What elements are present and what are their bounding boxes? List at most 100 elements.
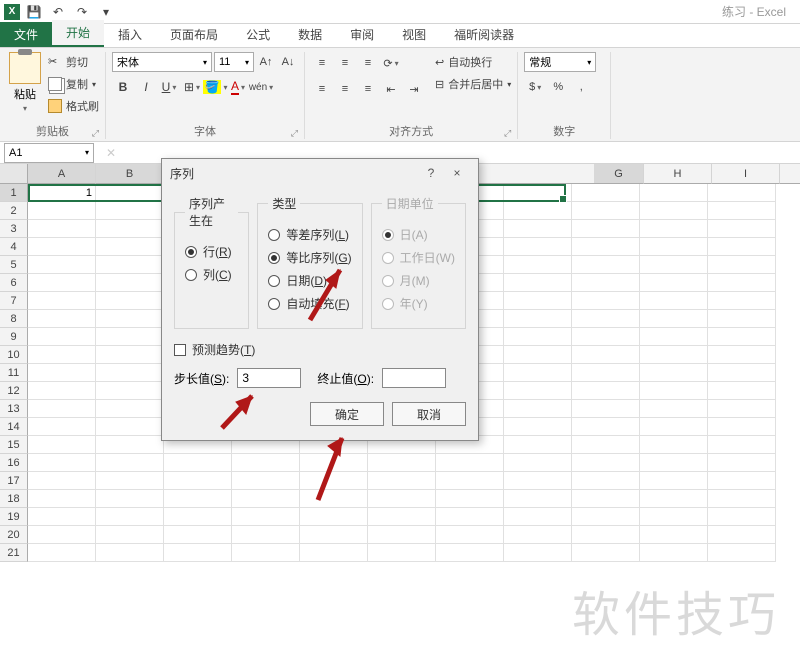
cell[interactable]: [640, 328, 708, 346]
cell[interactable]: [708, 184, 776, 202]
row-header[interactable]: 19: [0, 508, 28, 526]
cell[interactable]: [708, 346, 776, 364]
cell[interactable]: [572, 238, 640, 256]
number-format-select[interactable]: 常规▾: [524, 52, 596, 72]
comma-button[interactable]: ,: [570, 76, 592, 98]
cell[interactable]: [708, 400, 776, 418]
cell[interactable]: [640, 490, 708, 508]
cell[interactable]: [572, 400, 640, 418]
bold-button[interactable]: B: [112, 76, 134, 98]
cell[interactable]: [708, 418, 776, 436]
tab-insert[interactable]: 插入: [104, 22, 156, 47]
cell[interactable]: [572, 526, 640, 544]
cell[interactable]: [96, 256, 164, 274]
col-header-j[interactable]: J: [780, 164, 800, 184]
cell[interactable]: [96, 328, 164, 346]
cell[interactable]: [708, 220, 776, 238]
row-header[interactable]: 3: [0, 220, 28, 238]
cell[interactable]: [28, 454, 96, 472]
cell[interactable]: [504, 544, 572, 562]
cell[interactable]: [572, 310, 640, 328]
cell[interactable]: [28, 472, 96, 490]
trend-checkbox[interactable]: 预测趋势(T): [174, 341, 466, 358]
radio-autofill[interactable]: 自动填充(F): [268, 295, 351, 312]
cell[interactable]: [232, 526, 300, 544]
cell[interactable]: [96, 274, 164, 292]
cell[interactable]: [96, 346, 164, 364]
cell[interactable]: [640, 220, 708, 238]
radio-linear[interactable]: 等差序列(L): [268, 226, 351, 243]
cell[interactable]: [708, 328, 776, 346]
cell[interactable]: [640, 184, 708, 202]
cell[interactable]: [572, 490, 640, 508]
cell[interactable]: [368, 544, 436, 562]
increase-indent-button[interactable]: ⇥: [403, 78, 425, 100]
cell[interactable]: [708, 274, 776, 292]
select-all-corner[interactable]: [0, 164, 28, 184]
cell[interactable]: [572, 292, 640, 310]
row-header[interactable]: 11: [0, 364, 28, 382]
cell[interactable]: [28, 418, 96, 436]
cell[interactable]: [300, 472, 368, 490]
cell[interactable]: [504, 472, 572, 490]
cell[interactable]: [28, 238, 96, 256]
cell[interactable]: [28, 490, 96, 508]
row-header[interactable]: 13: [0, 400, 28, 418]
dialog-close-button[interactable]: ×: [444, 166, 470, 180]
border-button[interactable]: ⊞: [181, 76, 203, 98]
cell[interactable]: [164, 472, 232, 490]
cell[interactable]: [300, 454, 368, 472]
font-name-select[interactable]: 宋体▾: [112, 52, 212, 72]
underline-button[interactable]: U: [158, 76, 180, 98]
cell[interactable]: [96, 382, 164, 400]
cell[interactable]: [504, 364, 572, 382]
cell[interactable]: [96, 238, 164, 256]
cell[interactable]: [708, 202, 776, 220]
step-input[interactable]: [237, 368, 301, 388]
cell[interactable]: [708, 490, 776, 508]
cell[interactable]: [300, 490, 368, 508]
row-header[interactable]: 8: [0, 310, 28, 328]
cell[interactable]: [28, 274, 96, 292]
cell[interactable]: [572, 328, 640, 346]
cell[interactable]: [708, 436, 776, 454]
cell[interactable]: [504, 508, 572, 526]
italic-button[interactable]: I: [135, 76, 157, 98]
radio-date[interactable]: 日期(D): [268, 272, 351, 289]
cell[interactable]: [436, 526, 504, 544]
tab-review[interactable]: 审阅: [336, 22, 388, 47]
cell[interactable]: [504, 382, 572, 400]
cell[interactable]: [708, 526, 776, 544]
row-header[interactable]: 18: [0, 490, 28, 508]
cell[interactable]: [28, 436, 96, 454]
accounting-format-button[interactable]: $: [524, 76, 546, 98]
cell[interactable]: [640, 238, 708, 256]
cell[interactable]: [572, 274, 640, 292]
cell[interactable]: [28, 328, 96, 346]
cell[interactable]: [504, 454, 572, 472]
row-header[interactable]: 4: [0, 238, 28, 256]
cell[interactable]: [572, 184, 640, 202]
cell[interactable]: [96, 220, 164, 238]
cell[interactable]: [640, 364, 708, 382]
align-middle-button[interactable]: ≡: [334, 52, 356, 74]
row-header[interactable]: 20: [0, 526, 28, 544]
cell[interactable]: [232, 490, 300, 508]
tab-foxit[interactable]: 福昕阅读器: [440, 22, 528, 47]
cell[interactable]: [28, 526, 96, 544]
cell[interactable]: [572, 220, 640, 238]
cell[interactable]: [572, 544, 640, 562]
cell[interactable]: [436, 454, 504, 472]
tab-data[interactable]: 数据: [284, 22, 336, 47]
cell[interactable]: [368, 526, 436, 544]
cell[interactable]: [572, 346, 640, 364]
cut-button[interactable]: ✂剪切: [48, 52, 99, 72]
cell[interactable]: [640, 544, 708, 562]
cell[interactable]: [436, 544, 504, 562]
cell[interactable]: [164, 526, 232, 544]
cell[interactable]: [504, 202, 572, 220]
cell[interactable]: [640, 526, 708, 544]
cell[interactable]: [96, 418, 164, 436]
cell[interactable]: [640, 382, 708, 400]
cell[interactable]: [368, 490, 436, 508]
